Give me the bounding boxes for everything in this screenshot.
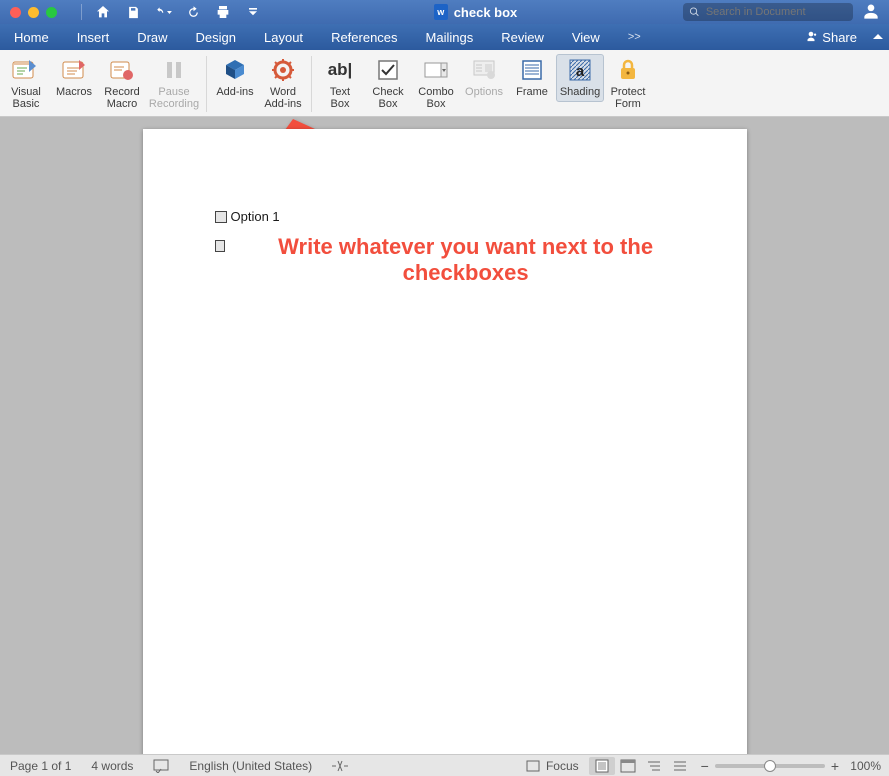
qat-customize-icon[interactable] bbox=[244, 3, 262, 21]
web-layout-view-button[interactable] bbox=[615, 757, 641, 775]
record-macro-icon bbox=[107, 56, 137, 84]
zoom-level[interactable]: 100% bbox=[845, 759, 881, 773]
tab-view[interactable]: View bbox=[558, 24, 614, 50]
frame-icon bbox=[517, 56, 547, 84]
tab-design[interactable]: Design bbox=[182, 24, 250, 50]
search-icon bbox=[689, 6, 700, 18]
combo-box-icon bbox=[421, 56, 451, 84]
status-bar: Page 1 of 1 4 words English (United Stat… bbox=[0, 754, 889, 776]
check-box-icon bbox=[373, 56, 403, 84]
combo-box-button[interactable]: Combo Box bbox=[412, 54, 460, 114]
accessibility-button[interactable] bbox=[322, 759, 358, 773]
save-icon[interactable] bbox=[124, 3, 142, 21]
visual-basic-button[interactable]: Visual Basic bbox=[2, 54, 50, 114]
spellcheck-button[interactable] bbox=[143, 759, 179, 773]
document-page[interactable]: Option 1 Write whatever you want next to… bbox=[143, 129, 747, 754]
word-add-ins-button[interactable]: Word Add-ins bbox=[259, 54, 307, 114]
zoom-out-button[interactable]: − bbox=[701, 758, 709, 774]
pause-recording-button: Pause Recording bbox=[146, 54, 202, 114]
user-account-icon[interactable] bbox=[861, 2, 881, 22]
word-add-ins-icon bbox=[268, 56, 298, 84]
ribbon-tabs: Home Insert Draw Design Layout Reference… bbox=[0, 24, 889, 50]
window-zoom-button[interactable] bbox=[46, 7, 57, 18]
print-icon[interactable] bbox=[214, 3, 232, 21]
tab-insert[interactable]: Insert bbox=[63, 24, 124, 50]
pause-recording-icon bbox=[159, 56, 189, 84]
option-row-1: Option 1 bbox=[215, 209, 675, 224]
document-title: check box bbox=[454, 5, 518, 20]
tab-layout[interactable]: Layout bbox=[250, 24, 317, 50]
document-canvas[interactable]: Option 1 Write whatever you want next to… bbox=[0, 117, 889, 754]
word-doc-icon: w bbox=[434, 4, 448, 20]
tab-home[interactable]: Home bbox=[0, 24, 63, 50]
tab-mailings[interactable]: Mailings bbox=[412, 24, 488, 50]
undo-icon[interactable] bbox=[154, 3, 172, 21]
form-checkbox-2[interactable] bbox=[215, 240, 225, 252]
draft-view-button[interactable] bbox=[667, 757, 693, 775]
text-box-icon: ab| bbox=[325, 56, 355, 84]
page-indicator[interactable]: Page 1 of 1 bbox=[0, 759, 81, 773]
share-button[interactable]: Share bbox=[794, 30, 867, 45]
macros-button[interactable]: Macros bbox=[50, 54, 98, 102]
option-1-label[interactable]: Option 1 bbox=[231, 209, 280, 224]
shading-icon: a bbox=[565, 56, 595, 84]
home-icon[interactable] bbox=[94, 3, 112, 21]
developer-ribbon: Visual Basic Macros Record Macro Pause R… bbox=[0, 50, 889, 117]
window-minimize-button[interactable] bbox=[28, 7, 39, 18]
search-input[interactable] bbox=[704, 5, 847, 19]
print-layout-view-button[interactable] bbox=[589, 757, 615, 775]
word-count[interactable]: 4 words bbox=[81, 759, 143, 773]
search-field[interactable] bbox=[683, 3, 853, 21]
text-box-button[interactable]: ab| Text Box bbox=[316, 54, 364, 114]
frame-button[interactable]: Frame bbox=[508, 54, 556, 102]
title-bar: w check box bbox=[0, 0, 889, 24]
form-checkbox-1[interactable] bbox=[215, 211, 227, 223]
tab-overflow[interactable]: >> bbox=[614, 24, 655, 50]
protect-form-button[interactable]: Protect Form bbox=[604, 54, 652, 114]
macros-icon bbox=[59, 56, 89, 84]
annotation-text: Write whatever you want next to the chec… bbox=[257, 234, 675, 287]
tab-review[interactable]: Review bbox=[487, 24, 558, 50]
add-ins-icon bbox=[220, 56, 250, 84]
protect-form-icon bbox=[613, 56, 643, 84]
zoom-in-button[interactable]: + bbox=[831, 758, 839, 774]
record-macro-button[interactable]: Record Macro bbox=[98, 54, 146, 114]
tab-draw[interactable]: Draw bbox=[123, 24, 181, 50]
collapse-ribbon-icon[interactable] bbox=[867, 31, 889, 43]
shading-button[interactable]: a Shading bbox=[556, 54, 604, 102]
focus-mode-button[interactable]: Focus bbox=[516, 759, 589, 773]
options-button: Options bbox=[460, 54, 508, 102]
options-icon bbox=[469, 56, 499, 84]
svg-text:a: a bbox=[576, 63, 585, 80]
outline-view-button[interactable] bbox=[641, 757, 667, 775]
share-label: Share bbox=[822, 30, 857, 45]
share-icon bbox=[804, 30, 818, 44]
zoom-slider[interactable] bbox=[715, 764, 825, 768]
check-box-button[interactable]: Check Box bbox=[364, 54, 412, 114]
add-ins-button[interactable]: Add-ins bbox=[211, 54, 259, 102]
repeat-icon[interactable] bbox=[184, 3, 202, 21]
visual-basic-icon bbox=[11, 56, 41, 84]
tab-references[interactable]: References bbox=[317, 24, 411, 50]
language-indicator[interactable]: English (United States) bbox=[179, 759, 322, 773]
window-close-button[interactable] bbox=[10, 7, 21, 18]
